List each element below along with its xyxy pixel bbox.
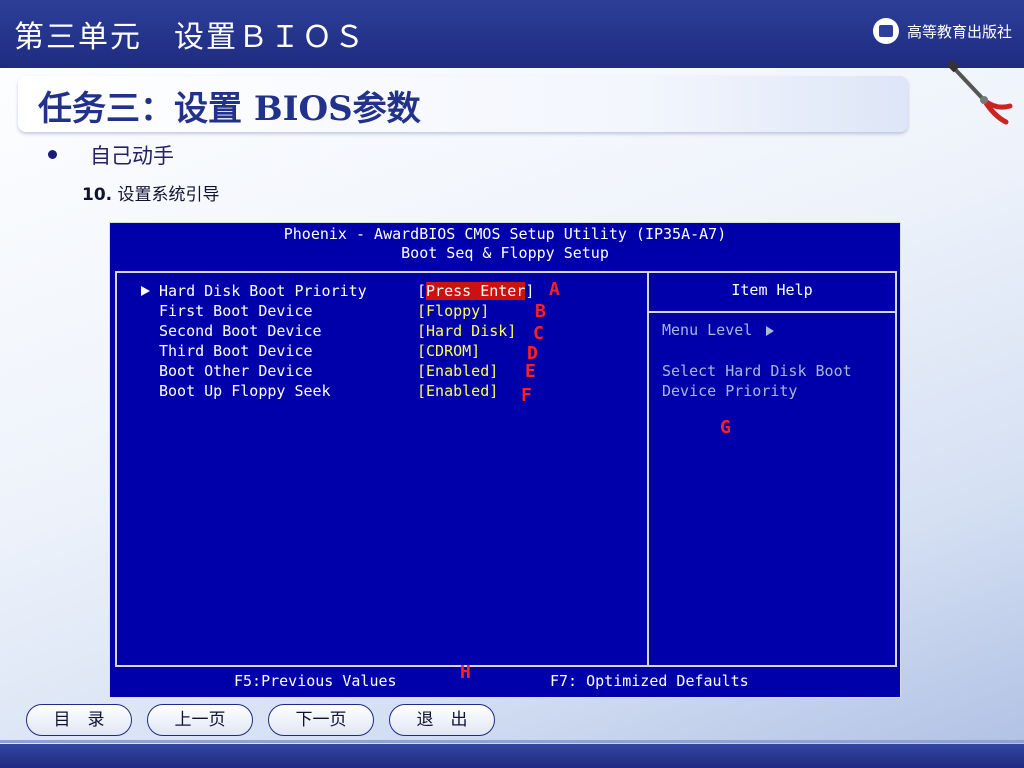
- bios-footer: F5:Previous Values H F7: Optimized Defau…: [110, 662, 900, 693]
- menu-item-label: Third Boot Device: [159, 342, 313, 360]
- menu-item-second-boot-device[interactable]: Second Boot Device [Hard Disk]: [117, 321, 647, 341]
- bios-header: Phoenix - AwardBIOS CMOS Setup Utility (…: [110, 223, 900, 269]
- publisher: 高等教育出版社: [872, 18, 1012, 44]
- bullet-dot: [48, 150, 57, 159]
- menu-item-first-boot-device[interactable]: First Boot Device [Floppy]: [117, 301, 647, 321]
- help-divider: [649, 311, 895, 313]
- menu-item-hard-disk-boot-priority[interactable]: Hard Disk Boot Priority [Press Enter]: [117, 281, 647, 301]
- bios-screenshot: Phoenix - AwardBIOS CMOS Setup Utility (…: [109, 222, 901, 698]
- step-number: 10.: [82, 185, 113, 205]
- item-help-title: Item Help: [731, 281, 813, 299]
- annotation-b: B: [535, 301, 546, 322]
- menu-item-label: First Boot Device: [159, 302, 313, 320]
- menu-item-label: Boot Other Device: [159, 362, 313, 380]
- menu-item-value[interactable]: [CDROM]: [417, 341, 480, 361]
- menu-item-label: Hard Disk Boot Priority: [159, 282, 367, 300]
- footer-previous-values: F5:Previous Values: [234, 672, 397, 690]
- bullet-text: 自己动手: [90, 144, 174, 168]
- menu-item-label: Boot Up Floppy Seek: [159, 382, 331, 400]
- publisher-name: 高等教育出版社: [906, 22, 1012, 41]
- annotation-a: A: [549, 279, 560, 300]
- panel-divider: [647, 273, 649, 665]
- menu-item-value[interactable]: [Enabled]: [417, 381, 498, 401]
- tools-icon: [946, 60, 1013, 125]
- menu-item-value[interactable]: [Enabled]: [417, 361, 498, 381]
- footer-line: [0, 740, 1024, 743]
- annotation-c: C: [533, 323, 544, 344]
- menu-item-value[interactable]: [Hard Disk]: [417, 321, 516, 341]
- exit-button[interactable]: 退 出: [389, 704, 495, 736]
- previous-page-button[interactable]: 上一页: [147, 704, 253, 736]
- annotation-e: E: [525, 361, 536, 382]
- menu-item-value[interactable]: [Floppy]: [417, 301, 489, 321]
- bios-header-subtitle: Boot Seq & Floppy Setup: [401, 244, 609, 262]
- step-heading: 10. 设置系统引导: [82, 180, 220, 205]
- menu-item-boot-up-floppy-seek[interactable]: Boot Up Floppy Seek [Enabled]: [117, 381, 647, 401]
- footer-optimized-defaults: F7: Optimized Defaults: [550, 672, 749, 690]
- menu-item-value[interactable]: [Press Enter]: [417, 281, 534, 301]
- publisher-logo-icon: [872, 18, 899, 44]
- next-page-button[interactable]: 下一页: [268, 704, 374, 736]
- selected-value-highlight[interactable]: Press Enter: [426, 282, 526, 300]
- task-strip: 任务三：设置 BIOS参数: [18, 76, 908, 132]
- unit-title: 第三单元 设置ＢＩＯＳ: [14, 20, 366, 55]
- item-help-description: Select Hard Disk Boot Device Priority: [662, 362, 852, 400]
- annotation-g: G: [720, 417, 731, 438]
- footer-bar: [0, 744, 1024, 768]
- toc-button[interactable]: 目 录: [26, 704, 132, 736]
- menu-level-arrow-icon: [766, 325, 775, 336]
- menu-level-label: Menu Level: [662, 321, 753, 339]
- menu-item-third-boot-device[interactable]: Third Boot Device [CDROM]: [117, 341, 647, 361]
- submenu-arrow-icon: [141, 286, 150, 296]
- step-text: 设置系统引导: [117, 185, 220, 205]
- annotation-h: H: [460, 662, 471, 683]
- bios-panel: Hard Disk Boot Priority [Press Enter] Fi…: [115, 271, 897, 667]
- menu-level: Menu Level: [662, 321, 775, 339]
- bios-header-title: Phoenix - AwardBIOS CMOS Setup Utility (…: [283, 225, 727, 243]
- annotation-f: F: [521, 385, 532, 406]
- title-banner: 第三单元 设置ＢＩＯＳ 高等教育出版社: [0, 0, 1024, 68]
- slide-navigation: 目 录 上一页 下一页 退 出: [0, 700, 1024, 744]
- menu-item-boot-other-device[interactable]: Boot Other Device [Enabled]: [117, 361, 647, 381]
- task-title: 任务三：设置 BIOS参数: [38, 89, 421, 129]
- menu-item-label: Second Boot Device: [159, 322, 322, 340]
